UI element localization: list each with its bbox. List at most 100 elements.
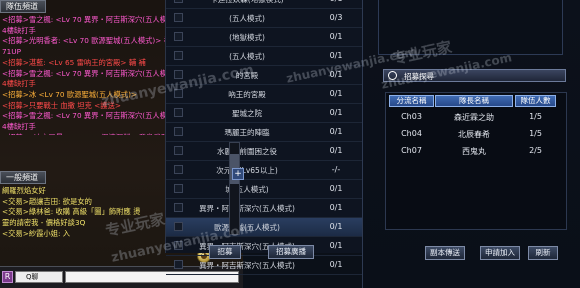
team-chat-log: <招募>雪之楓: <Lv 70 異界・阿吉斯深穴(五人模式)> 4樓缺打手 <招募…	[2, 15, 190, 135]
recruit-search-title: 招募探尋	[404, 72, 434, 81]
column-header-channel[interactable]: 分流名稱	[389, 95, 434, 107]
dungeon-row[interactable]: (五人模式) 0/1	[166, 47, 363, 66]
dungeon-count: 0/1	[329, 108, 343, 117]
chat-message: <交易>綠林爸: 收購 高級「圖」飾附應 燙	[2, 207, 141, 217]
chat-message: <招募>只要戰士 血撒 坦克 <護送>	[2, 100, 121, 110]
apply-join-button[interactable]: 申請加入	[480, 246, 520, 260]
dungeon-checkbox[interactable]	[174, 51, 183, 60]
dungeon-count: 0/1	[329, 127, 343, 136]
chat-message: 71UP	[2, 47, 22, 57]
dungeon-count: 0/1	[329, 32, 343, 41]
dungeon-row[interactable]: 城(五人模式) 0/1	[166, 180, 363, 199]
chat-message: <招募>X冰之風暴X: <Lv 60 混沌深淵> 登鳥武器+20	[2, 133, 190, 135]
dungeon-checkbox[interactable]	[174, 127, 183, 136]
dungeon-row[interactable]: 的宮殿 0/1	[166, 66, 363, 85]
recruit-cell-members[interactable]: 1/5	[515, 112, 556, 121]
recruit-cell-channel[interactable]: Ch04	[389, 129, 434, 138]
dungeon-row[interactable]: 瑪麗王的陣臨 0/1	[166, 123, 363, 142]
dungeon-row[interactable]: 歐源聖城(五人模式) 0/1	[166, 218, 363, 237]
reply-button[interactable]: R	[2, 271, 13, 283]
recruit-button[interactable]: 招募	[209, 245, 241, 259]
dungeon-row[interactable]: 異界・阿吉斯深穴(五人模式) 0/1	[166, 256, 363, 275]
chat-message: 靈的請密我 - 價格好談3Q	[2, 218, 86, 228]
dungeon-count: 0/1	[329, 70, 343, 79]
recruit-cell-channel[interactable]: Ch03	[389, 112, 434, 121]
dungeon-count: 0/1	[329, 51, 343, 60]
chat-message: 綱羅烈焰女好	[2, 186, 46, 195]
dungeon-row[interactable]: 水麗王前圍困之役 0/1	[166, 142, 363, 161]
dungeon-checkbox[interactable]	[174, 70, 183, 79]
dungeon-name: 歐源聖城(五人模式)	[214, 223, 280, 232]
dungeon-checkbox[interactable]	[174, 13, 183, 22]
dungeon-checkbox[interactable]	[174, 108, 183, 117]
dungeon-name: 卡迪拉妖森(地獄模式)	[188, 0, 306, 5]
tab-team-channel[interactable]: 隊伍頻道	[0, 0, 46, 13]
dungeon-row[interactable]: 聖城之院 0/1	[166, 104, 363, 123]
dungeon-count: 0/1	[329, 203, 343, 212]
recruit-cell-channel[interactable]: Ch07	[389, 146, 434, 155]
dungeon-name: 次元界(Lv65以上)	[216, 166, 278, 175]
tab-general-channel[interactable]: 一般頻道	[0, 171, 46, 184]
dungeon-checkbox[interactable]	[174, 184, 183, 193]
chat-message: <招募>雪之楓: <Lv 70 異界・阿吉斯深穴(五人模式)>	[2, 111, 184, 121]
dungeon-name: 異界・阿吉斯深穴(五人模式)	[199, 204, 295, 213]
recruit-cell-leader[interactable]: 森近霖之助	[435, 112, 513, 123]
dungeon-checkbox[interactable]	[174, 32, 183, 41]
dungeon-checkbox[interactable]	[174, 165, 183, 174]
dungeon-count: 0/1	[329, 146, 343, 155]
dungeon-name: 水麗王前圍困之役	[217, 147, 277, 156]
dungeon-count: 0/1	[329, 241, 343, 250]
dungeon-count: 0/1	[316, 0, 356, 3]
column-header-members[interactable]: 隊伍人數	[515, 95, 556, 107]
chat-message: <交易>紗霞小姐: 入	[2, 228, 71, 238]
dungeon-row[interactable]: 次元界(Lv65以上) -/-	[166, 161, 363, 180]
dungeon-list-panel: 卡迪拉妖森(地獄模式) 0/1 (五人模式) 0/3 (地獄模式) 0/1 (五人模式) 0/…	[165, 0, 363, 275]
dungeon-name: (五人模式)	[229, 14, 265, 23]
dungeon-checkbox[interactable]	[174, 89, 183, 98]
chat-message: 4樓缺打手	[2, 122, 36, 132]
recruit-cell-leader[interactable]: 北辰春希	[435, 129, 513, 140]
refresh-button[interactable]: 刷新	[528, 246, 558, 260]
dungeon-count: 0/1	[329, 260, 343, 269]
search-icon	[388, 71, 397, 80]
channel-select[interactable]: Q聊	[15, 271, 63, 283]
dungeon-row[interactable]: (地獄模式) 0/1	[166, 28, 363, 47]
dungeon-count: 0/3	[329, 13, 343, 22]
dungeon-count: 0/1	[329, 184, 343, 193]
column-header-leader[interactable]: 隊長名稱	[435, 95, 513, 107]
dungeon-row[interactable]: (五人模式) 0/3	[166, 9, 363, 28]
dungeon-checkbox[interactable]	[174, 0, 183, 3]
chat-message: <招募>雪之楓: <Lv 70 異界・阿吉斯深穴(五人模式)>	[2, 15, 184, 24]
dungeon-row[interactable]: 卡迪拉妖森(地獄模式) 0/1	[166, 0, 363, 9]
dungeon-name: 的宮殿	[235, 71, 259, 80]
dungeon-name: (五人模式)	[229, 52, 265, 61]
dungeon-checkbox[interactable]	[174, 222, 183, 231]
chat-message: <招募>雪之楓: <Lv 70 異界・阿吉斯深穴(五人模式)>	[2, 68, 184, 78]
dungeon-checkbox[interactable]	[174, 260, 183, 269]
chat-message: 4樓缺打手	[2, 79, 36, 89]
expand-plus-icon[interactable]: +	[232, 168, 244, 180]
recruit-cell-leader[interactable]: 西鬼丸	[435, 146, 513, 157]
dungeon-row[interactable]: 異界・阿吉斯深穴(五人模式) 0/1	[166, 199, 363, 218]
dungeon-row[interactable]: 異界・阿吉斯深穴(五人模式) 0/1	[166, 237, 363, 256]
chat-message: <交易>趙讓吉田: 欲是女的	[2, 196, 92, 206]
dungeon-row[interactable]: 吶王的宮殿 0/1	[166, 85, 363, 104]
dungeon-name: 吶王的宮殿	[228, 90, 266, 99]
dungeon-checkbox[interactable]	[174, 146, 183, 155]
dungeon-name: 異界・阿吉斯深穴(五人模式)	[199, 261, 295, 270]
dungeon-name: 瑪麗王的陣臨	[224, 128, 270, 137]
chat-message: <招募>湛藍: <Lv 65 雷吶王的宮殿> 輔 補	[2, 57, 146, 67]
recruit-cell-members[interactable]: 1/5	[515, 129, 556, 138]
recruit-search-header: 招募探尋	[383, 69, 566, 82]
dungeon-name: (地獄模式)	[229, 33, 265, 42]
recruit-filter-box	[378, 0, 563, 55]
dungeon-checkbox[interactable]	[174, 241, 183, 250]
recruit-broadcast-button[interactable]: 招募廣播	[268, 245, 314, 259]
dungeon-checkbox[interactable]	[174, 203, 183, 212]
chat-message: 4樓缺打手	[2, 25, 36, 35]
dungeon-count: 0/1	[329, 89, 343, 98]
dungeon-count: -/-	[331, 165, 341, 174]
dungeon-name: 城(五人模式)	[225, 185, 269, 194]
dungeon-transfer-button[interactable]: 副本傳送	[425, 246, 465, 260]
recruit-cell-members[interactable]: 2/5	[515, 146, 556, 155]
